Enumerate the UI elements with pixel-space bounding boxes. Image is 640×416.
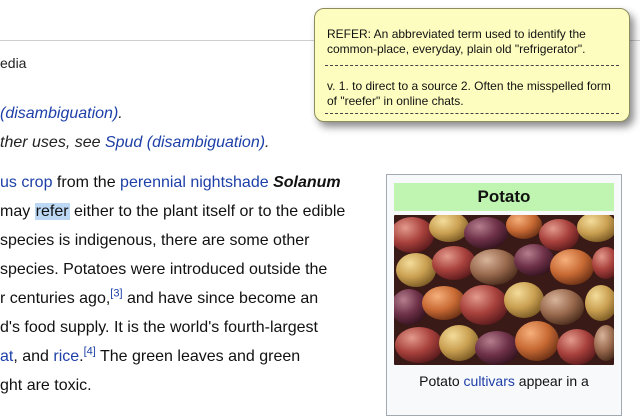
cultivars-link[interactable]: cultivars (464, 373, 515, 389)
article-line-8: ght are toxic. (0, 377, 92, 394)
article-line-1: us crop from the perennial nightshade So… (0, 174, 341, 192)
infobox: Potato Potato cultivars appear in a (386, 174, 622, 416)
citation-3-link[interactable]: [3] (110, 288, 122, 300)
tuberous-crop-link[interactable]: us crop (0, 174, 52, 191)
text: , and (13, 348, 54, 365)
article-line-7: at, and rice.[4] The green leaves and gr… (0, 346, 301, 366)
text: r centuries ago, (0, 290, 111, 307)
spud-disambiguation-link[interactable]: Spud (disambiguation) (105, 134, 265, 151)
definition-text-2: v. 1. to direct to a source 2. Often the… (327, 79, 611, 108)
hatnote-suffix: . (118, 105, 123, 122)
article-line-5: r centuries ago,[3] and have since becom… (0, 288, 319, 308)
text: either to the plant itself or to the edi… (69, 203, 346, 220)
caption-text: Potato (419, 373, 464, 389)
popup-divider (325, 65, 619, 66)
text: The green leaves and green (95, 348, 301, 365)
article-line-2: may refer either to the plant itself or … (0, 203, 345, 221)
hatnote-suffix: . (265, 134, 270, 151)
article-line-4: species. Potatoes were introduced outsid… (0, 261, 328, 278)
perennial-nightshade-link[interactable]: perennial nightshade (120, 174, 269, 191)
definition-text-1: REFER: An abbreviated term used to ident… (327, 27, 586, 56)
definition-popup[interactable]: REFER: An abbreviated term used to ident… (314, 8, 630, 122)
popup-divider (325, 113, 619, 114)
text: and have since become an (122, 290, 319, 307)
hatnote-spud: ther uses, see Spud (disambiguation). (0, 134, 270, 152)
infobox-caption: Potato cultivars appear in a (387, 373, 621, 389)
article-line-3: species is indigenous, there are some ot… (0, 232, 310, 249)
hatnote-prefix: ther uses, see (0, 134, 105, 151)
wheat-link[interactable]: at (0, 348, 13, 365)
text: from the (52, 174, 121, 191)
rice-link[interactable]: rice (53, 348, 79, 365)
disambiguation-link[interactable]: (disambiguation) (0, 105, 118, 122)
infobox-title: Potato (394, 183, 614, 211)
caption-text: appear in a (514, 373, 589, 389)
selected-word-refer[interactable]: refer (34, 203, 70, 220)
citation-4-link[interactable]: [4] (84, 346, 96, 358)
solanum-term: Solanum (273, 174, 341, 191)
hatnote-disambiguation: (disambiguation). (0, 105, 123, 123)
article-line-6: d's food supply. It is the world's fourt… (0, 319, 318, 336)
page-subtitle: edia (0, 55, 27, 71)
text: may (0, 203, 35, 220)
potato-image[interactable] (394, 215, 614, 365)
